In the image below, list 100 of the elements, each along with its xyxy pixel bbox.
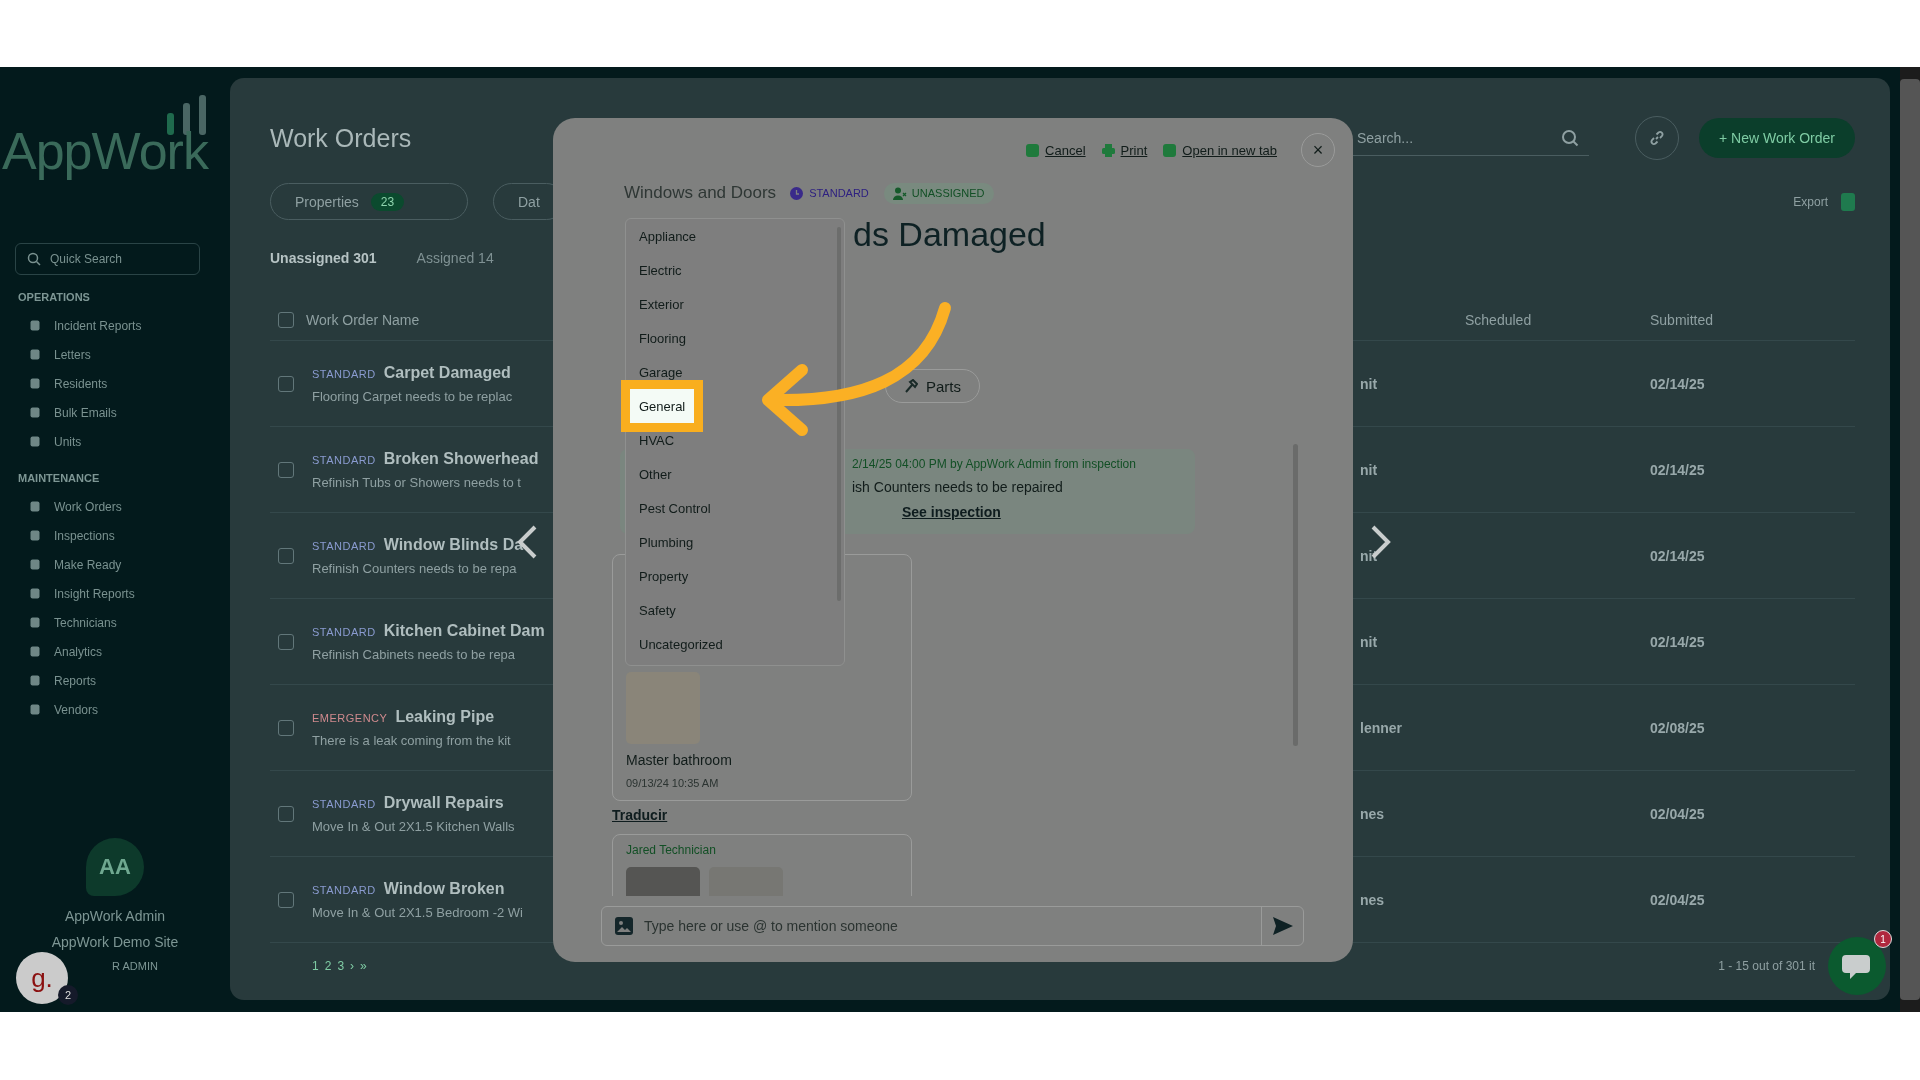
table-cell-text: 02/08/25 xyxy=(1650,719,1706,736)
table-cell-text: nit xyxy=(1359,375,1379,392)
action-link[interactable]: Cancel xyxy=(1045,142,1086,158)
column-header[interactable]: Work Order Name xyxy=(306,312,420,328)
work-order-name[interactable]: Kitchen Cabinet Dam xyxy=(383,621,545,640)
table-cell-text: lenner xyxy=(1359,719,1403,736)
comment-field[interactable]: Type here or use @ to mention someone xyxy=(601,906,1304,946)
dropdown-option[interactable]: Exterior xyxy=(630,287,693,321)
row-checkbox[interactable] xyxy=(278,805,294,822)
page-link[interactable]: » xyxy=(360,959,367,973)
nav-item[interactable]: Reports xyxy=(54,673,97,688)
page-icon xyxy=(30,501,40,512)
avatar[interactable]: AA xyxy=(86,838,144,896)
page-icon xyxy=(30,588,40,599)
person-icon xyxy=(892,186,907,200)
nav-item[interactable]: Units xyxy=(54,434,82,449)
photo-caption: Master bathroom xyxy=(626,752,733,768)
image-icon[interactable] xyxy=(615,917,633,935)
column-header[interactable]: Submitted xyxy=(1650,312,1855,328)
table-cell-text: nes xyxy=(1359,891,1386,908)
work-order-description: Refinish Tubs or Showers needs to t xyxy=(312,474,522,490)
nav-item[interactable]: Make Ready xyxy=(54,557,122,572)
table-cell-text: 02/14/25 xyxy=(1650,375,1706,392)
link-icon xyxy=(1649,130,1665,146)
action-link[interactable]: Open in new tab xyxy=(1182,142,1277,158)
page-icon xyxy=(30,530,40,541)
nav-item[interactable]: Vendors xyxy=(54,702,99,717)
table-cell-text: nit xyxy=(1359,633,1379,650)
work-order-description: Flooring Carpet needs to be replac xyxy=(312,388,513,404)
assignment-badge: UNASSIGNED xyxy=(883,182,994,204)
tab[interactable]: Assigned 14 xyxy=(416,250,494,266)
row-checkbox[interactable] xyxy=(278,891,294,908)
row-checkbox[interactable] xyxy=(278,375,294,392)
work-order-name[interactable]: Drywall Repairs xyxy=(383,793,504,812)
see-inspection-link[interactable]: See inspection xyxy=(902,504,1001,520)
nav-item[interactable]: Residents xyxy=(54,376,108,391)
new-work-order-button[interactable]: + New Work Order xyxy=(1699,118,1855,158)
page-link[interactable]: › xyxy=(350,959,355,973)
export-link[interactable]: Export xyxy=(1793,194,1828,209)
nav-item[interactable]: Insight Reports xyxy=(54,586,135,601)
work-order-description: Move In & Out 2X1.5 Bedroom -2 Wi xyxy=(312,904,523,920)
page-icon xyxy=(30,559,40,570)
nav-item[interactable]: Bulk Emails xyxy=(54,405,117,420)
column-header[interactable]: Scheduled xyxy=(1465,312,1650,328)
work-order-name[interactable]: Window Broken xyxy=(383,879,505,898)
nav-item[interactable]: Letters xyxy=(54,347,91,362)
page-icon xyxy=(30,704,40,715)
nav-item[interactable]: Inspections xyxy=(54,528,115,543)
table-cell-text: 02/14/25 xyxy=(1650,461,1706,478)
work-order-name[interactable]: Broken Showerhead xyxy=(383,449,539,468)
send-icon xyxy=(1272,917,1293,935)
quick-search-field[interactable]: Quick Search xyxy=(15,243,200,275)
table-cell-text: 02/04/25 xyxy=(1650,891,1706,908)
page-icon xyxy=(30,378,40,389)
nav-item[interactable]: Incident Reports xyxy=(54,318,142,333)
dropdown-option[interactable]: HVAC xyxy=(630,423,684,457)
item-range: 1 - 15 out of 301 it xyxy=(1718,959,1815,973)
dropdown-option[interactable]: Safety xyxy=(630,593,685,627)
action-link[interactable]: Print xyxy=(1120,142,1148,158)
work-order-description: Move In & Out 2X1.5 Kitchen Walls xyxy=(312,818,515,834)
hammer-icon xyxy=(904,379,918,393)
user-name: AppWork Admin xyxy=(64,908,166,924)
work-order-name[interactable]: Carpet Damaged xyxy=(383,363,511,382)
work-order-title: ds Damaged xyxy=(853,215,1047,254)
page-link[interactable]: 2 xyxy=(324,959,332,973)
clock-icon xyxy=(790,186,804,200)
note-meta: 2/14/25 04:00 PM by AppWork Admin from inspection xyxy=(852,457,1137,471)
dropdown-option[interactable]: Appliance xyxy=(630,219,706,253)
dropdown-option[interactable]: Uncategorized xyxy=(630,627,732,661)
work-order-name[interactable]: Leaking Pipe xyxy=(395,707,495,726)
priority-label: STANDARD xyxy=(312,367,376,380)
work-order-description: Refinish Cabinets needs to be repa xyxy=(312,646,517,662)
row-checkbox[interactable] xyxy=(278,547,294,564)
dropdown-option[interactable]: Garage xyxy=(630,355,692,389)
dropdown-option[interactable]: Pest Control xyxy=(630,491,720,525)
table-cell-text: nes xyxy=(1359,805,1386,822)
dropdown-option[interactable]: Other xyxy=(630,457,681,491)
dropdown-option[interactable]: Plumbing xyxy=(630,525,703,559)
translate-link[interactable]: Traducir xyxy=(612,807,668,823)
tab[interactable]: Unassigned 301 xyxy=(270,250,377,266)
row-checkbox[interactable] xyxy=(278,633,294,650)
photo-time: 09/13/24 10:35 AM xyxy=(626,777,720,789)
priority-label: EMERGENCY xyxy=(312,711,388,724)
dropdown-option[interactable]: Flooring xyxy=(630,321,695,355)
select-all-checkbox[interactable] xyxy=(278,312,294,328)
table-cell-text: nit xyxy=(1359,461,1379,478)
category-label: Windows and Doors xyxy=(624,183,777,203)
page-link[interactable]: 1 xyxy=(312,959,319,973)
site-name: AppWork Demo Site xyxy=(51,934,179,950)
priority-label: STANDARD xyxy=(312,625,376,638)
dropdown-option[interactable]: Property xyxy=(630,559,698,593)
row-checkbox[interactable] xyxy=(278,461,294,478)
note-text: ish Counters needs to be repaired xyxy=(852,479,1064,495)
nav-item[interactable]: Technicians xyxy=(54,615,117,630)
nav-item[interactable]: Analytics xyxy=(54,644,103,659)
dropdown-option[interactable]: Electric xyxy=(630,253,691,287)
scrollbar[interactable] xyxy=(1900,67,1920,1012)
page-link[interactable]: 3 xyxy=(337,959,345,973)
row-checkbox[interactable] xyxy=(278,719,294,736)
nav-item[interactable]: Work Orders xyxy=(54,499,122,514)
